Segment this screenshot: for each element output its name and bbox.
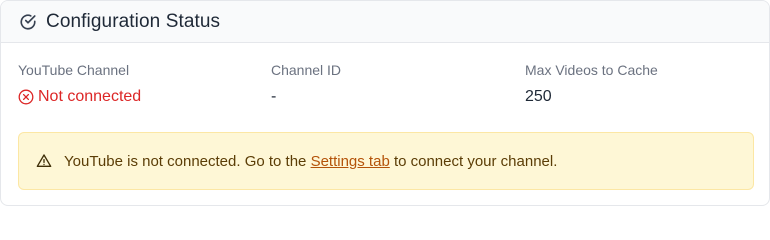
card-title: Configuration Status — [46, 10, 221, 32]
field-label: Max Videos to Cache — [525, 62, 658, 78]
warning-alert: YouTube is not connected. Go to the Sett… — [18, 132, 754, 190]
check-circle-icon — [19, 13, 37, 31]
field-value: - — [271, 88, 277, 105]
field-label: Channel ID — [271, 62, 342, 78]
field-max-videos: Max Videos to Cache 250 — [525, 61, 658, 107]
status-text: Not connected — [38, 88, 142, 105]
field-channel-id: Channel ID - — [271, 61, 341, 107]
field-youtube-channel: YouTube Channel Not connected — [18, 61, 141, 107]
card-header: Configuration Status — [1, 1, 769, 43]
alert-message: YouTube is not connected. Go to the Sett… — [64, 153, 557, 170]
x-circle-icon — [18, 89, 34, 105]
warning-triangle-icon — [36, 153, 52, 169]
field-value: Not connected — [18, 87, 141, 107]
settings-tab-link[interactable]: Settings tab — [311, 153, 390, 170]
field-label: YouTube Channel — [18, 62, 130, 78]
status-fields: YouTube Channel Not connected Channel ID… — [18, 61, 752, 111]
configuration-status-card: Configuration Status YouTube Channel Not… — [0, 0, 770, 206]
alert-text-before: YouTube is not connected. Go to the — [64, 152, 311, 170]
field-value: 250 — [525, 88, 552, 105]
alert-text-after: to connect your channel. — [389, 152, 558, 170]
